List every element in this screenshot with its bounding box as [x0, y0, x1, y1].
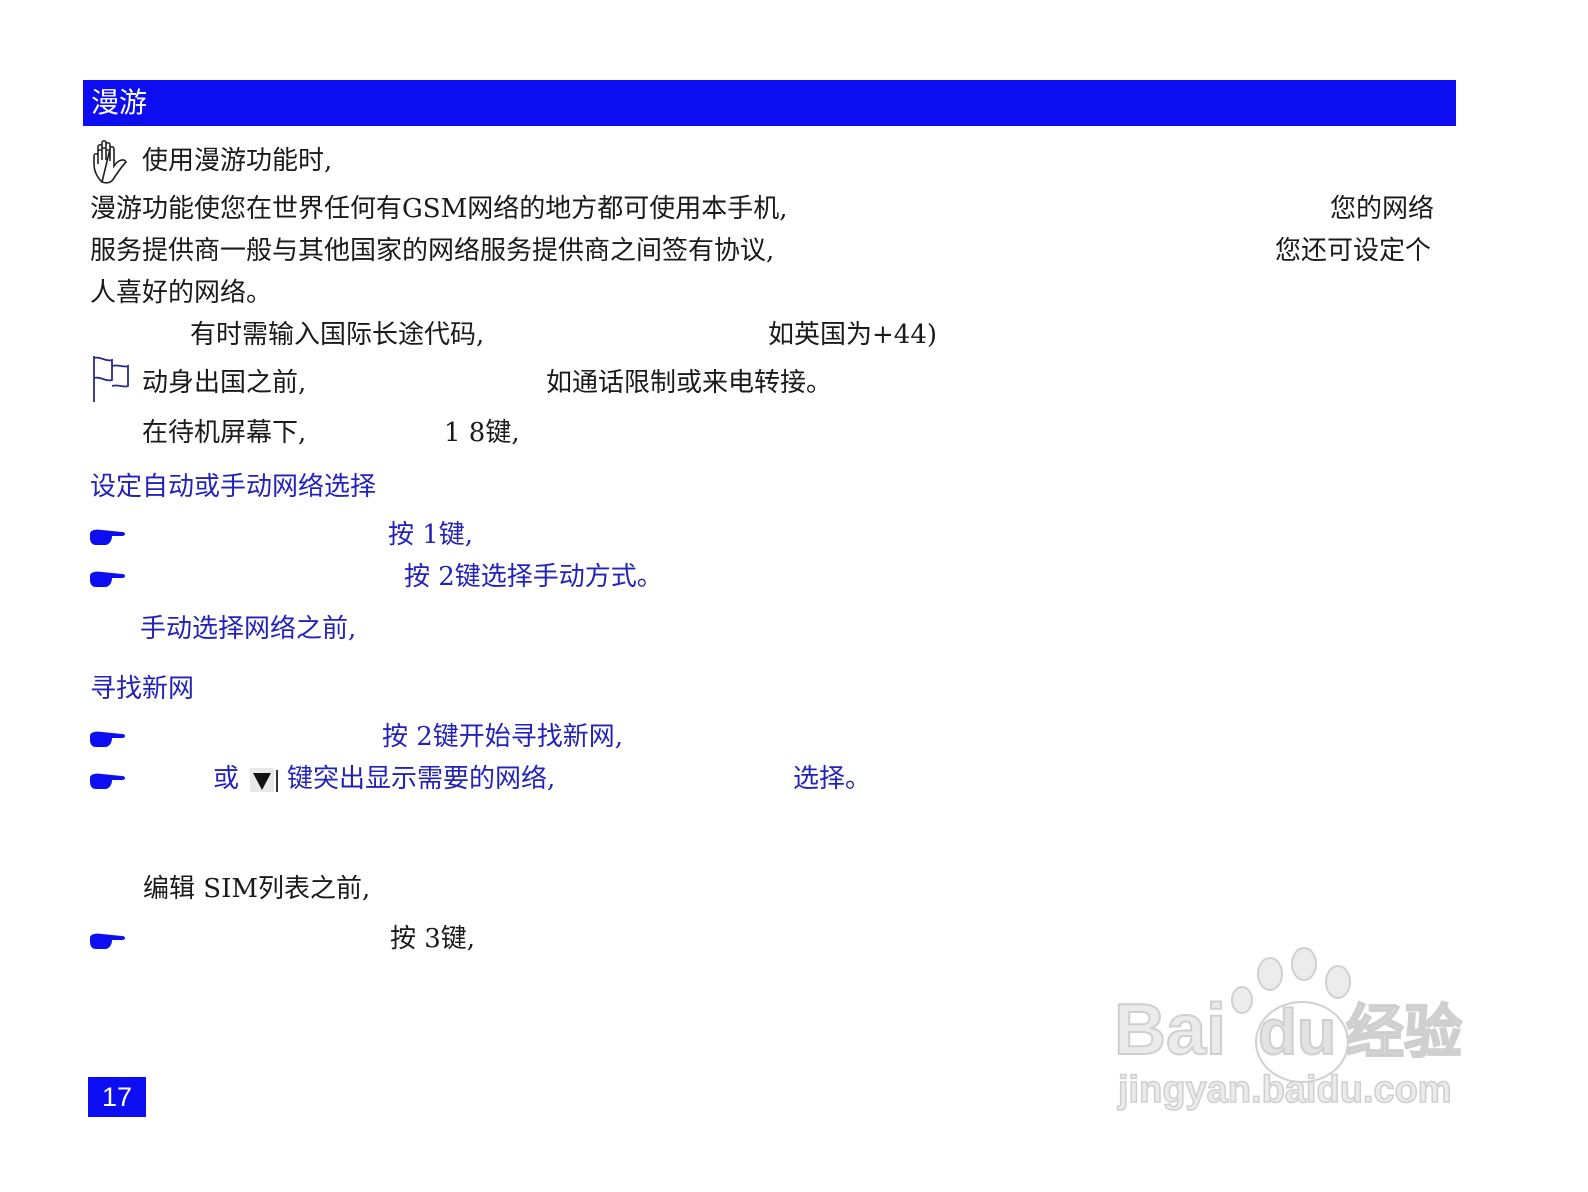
flag-icon: [93, 356, 129, 402]
baidu-jingyan-watermark: Bai du 经验 jingyan.baidu.com: [1113, 947, 1463, 1112]
section-header-bar: 漫游: [83, 80, 1456, 126]
search-step-2-or: 或: [213, 764, 240, 794]
search-network-section-title: 寻找新网: [90, 674, 195, 704]
search-step-2-select: 选择。: [793, 764, 872, 794]
watermark-cn: 经验: [1346, 998, 1462, 1066]
sim-list-step-1: 按 3键,: [390, 924, 476, 954]
auto-manual-step-1: 按 1键,: [388, 520, 474, 550]
pointing-hand-icon: [90, 571, 125, 587]
intl-code-example: 如英国为+44): [768, 320, 938, 350]
intro-line-2-end: 您还可设定个: [1275, 236, 1432, 266]
auto-manual-step-2: 按 2键选择手动方式。: [404, 562, 663, 592]
departure-note: 动身出国之前,: [142, 368, 307, 398]
standby-keys: 1 8键,: [444, 418, 520, 448]
departure-note-end: 如通话限制或来电转接。: [546, 368, 833, 398]
intro-line-3: 人喜好的网络。: [90, 278, 273, 308]
standby-note: 在待机屏幕下,: [142, 418, 307, 448]
watermark-brand: Bai: [1114, 990, 1226, 1070]
down-arrow-key-icon: [250, 768, 278, 792]
raised-hand-icon: [93, 139, 127, 184]
intro-line-2: 服务提供商一般与其他国家的网络服务提供商之间签有协议,: [90, 236, 775, 266]
manual-select-note: 手动选择网络之前,: [140, 614, 357, 644]
intl-code-note: 有时需输入国际长途代码,: [190, 320, 485, 350]
search-step-2-highlight: 键突出显示需要的网络,: [287, 764, 556, 794]
pointing-hand-icon: [90, 731, 125, 747]
watermark-brand-tail: du: [1258, 996, 1336, 1068]
page-number: 17: [88, 1077, 146, 1117]
intro-line-1-end: 您的网络: [1330, 194, 1435, 224]
auto-manual-section-title: 设定自动或手动网络选择: [90, 472, 377, 502]
watermark-url: jingyan.baidu.com: [1117, 1069, 1452, 1111]
section-title: 漫游: [91, 86, 148, 119]
roaming-note-label: 使用漫游功能时,: [142, 146, 333, 176]
search-step-1: 按 2键开始寻找新网,: [382, 722, 624, 752]
pointing-hand-icon: [90, 933, 125, 949]
pointing-hand-icon: [90, 773, 125, 789]
pointing-hand-icon: [90, 529, 125, 545]
intro-line-1: 漫游功能使您在世界任何有GSM网络的地方都可使用本手机,: [90, 194, 788, 224]
sim-list-note: 编辑 SIM列表之前,: [143, 874, 371, 904]
